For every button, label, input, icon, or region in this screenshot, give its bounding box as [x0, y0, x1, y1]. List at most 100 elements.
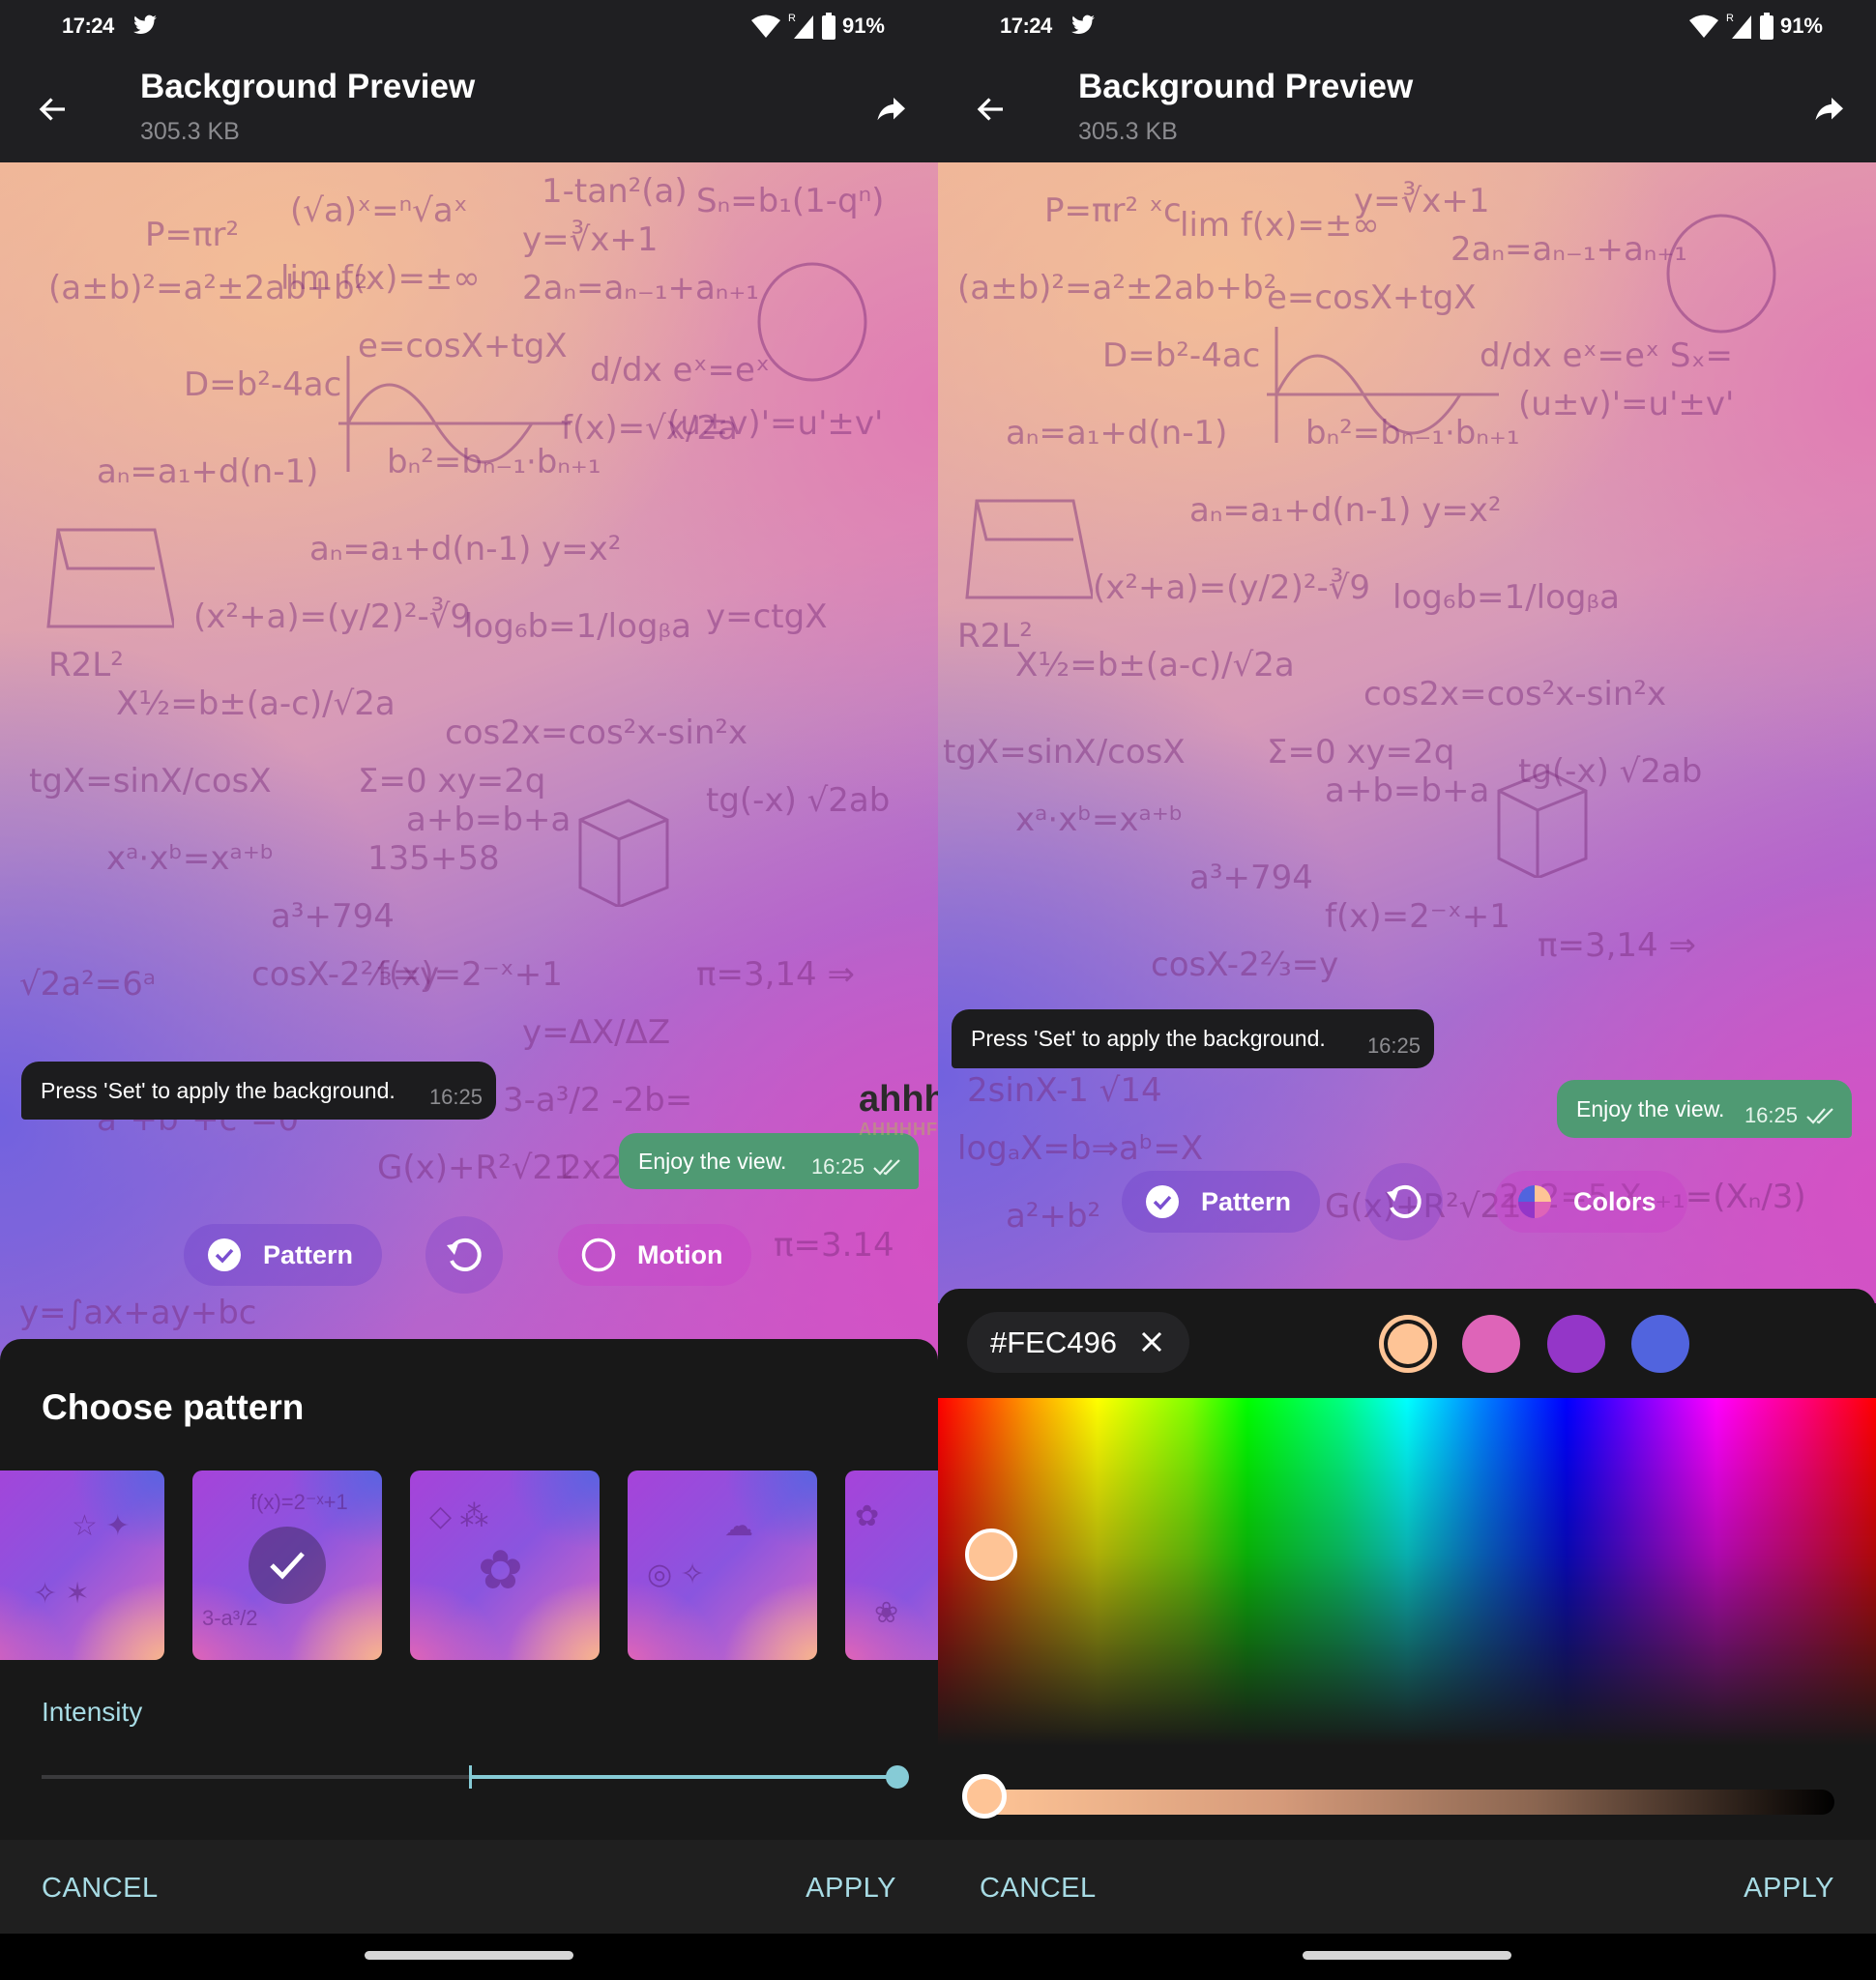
app-bar: Background Preview 305.3 KB [938, 54, 1876, 162]
pattern-list[interactable]: ☆ ✦ ✧ ✶ f(x)=2⁻ˣ+1 3-a³/2 ✿ ◇ ⁂ ☁ ◎ ✧ ✿ ❀ [0, 1470, 938, 1660]
message-time: 16:25 [1366, 1034, 1421, 1058]
color-swatch[interactable] [1462, 1315, 1520, 1373]
intensity-slider[interactable] [42, 1762, 909, 1791]
rotate-icon [447, 1238, 482, 1271]
double-check-icon [1806, 1108, 1833, 1124]
motion-label: Motion [637, 1239, 723, 1269]
file-size: 305.3 KB [140, 118, 240, 145]
battery-percent: 91% [1779, 14, 1823, 38]
checkmark-icon [270, 1552, 305, 1580]
battery-icon [821, 13, 835, 40]
status-time: 17:24 [1000, 14, 1052, 38]
rotate-icon [1387, 1184, 1422, 1218]
message-time: 16:25 [810, 1154, 865, 1179]
apply-button[interactable]: APPLY [806, 1873, 896, 1905]
brightness-slider-thumb[interactable] [962, 1774, 1007, 1819]
message-text: Press 'Set' to apply the background. [41, 1077, 396, 1103]
battery-percent: 91% [841, 14, 885, 38]
arrow-left-icon [39, 98, 65, 121]
svg-text:R: R [1726, 13, 1734, 24]
pattern-toggle[interactable]: Pattern [1122, 1171, 1320, 1233]
double-check-icon [873, 1159, 900, 1176]
color-picker-sheet: #FEC496 [938, 1289, 1876, 1840]
slider-thumb[interactable] [886, 1765, 909, 1789]
status-bar: 17:24 R 91% [0, 0, 938, 54]
app-bar: Background Preview 305.3 KB [0, 54, 938, 162]
page-title: Background Preview [1078, 68, 1414, 105]
choose-pattern-sheet: Choose pattern ☆ ✦ ✧ ✶ f(x)=2⁻ˣ+1 3-a³/2 ✿… [0, 1339, 938, 1840]
message-text: Enjoy the view. [638, 1148, 787, 1174]
home-handle[interactable] [1303, 1951, 1511, 1960]
status-time: 17:24 [62, 14, 114, 38]
hex-value: #FEC496 [990, 1325, 1117, 1359]
home-handle[interactable] [365, 1951, 573, 1960]
wifi-icon [750, 15, 780, 38]
page-title: Background Preview [140, 68, 476, 105]
svg-text:R: R [788, 13, 796, 24]
color-wheel-icon [1518, 1185, 1551, 1218]
intensity-label: Intensity [42, 1697, 143, 1727]
message-meta: 16:25 [811, 1154, 903, 1179]
hex-input[interactable]: #FEC496 [967, 1312, 1189, 1373]
wifi-icon [1688, 15, 1718, 38]
cell-signal-icon: R [788, 13, 813, 39]
color-swatch[interactable] [1379, 1315, 1437, 1373]
rotate-button[interactable] [425, 1216, 503, 1294]
status-bar: 17:24 R 91% [938, 0, 1876, 54]
navigation-bar [0, 1934, 938, 1980]
brightness-slider[interactable] [982, 1790, 1834, 1815]
cancel-button[interactable]: CANCEL [42, 1873, 159, 1905]
clear-color-button[interactable] [1135, 1325, 1168, 1358]
watermark-logo: ahhhhfs [859, 1079, 938, 1120]
pattern-thumb-stars[interactable]: ☆ ✦ ✧ ✶ [0, 1470, 164, 1660]
twitter-icon [1071, 15, 1095, 34]
file-size: 305.3 KB [1078, 118, 1178, 145]
color-swatch[interactable] [1631, 1315, 1689, 1373]
slider-fill [469, 1775, 897, 1779]
sheet-title: Choose pattern [42, 1387, 305, 1427]
message-text: Enjoy the view. [1576, 1095, 1725, 1121]
pattern-thumb-flowers[interactable]: ✿ ◇ ⁂ [410, 1470, 600, 1660]
pattern-label: Pattern [1201, 1186, 1292, 1216]
right-screen: 17:24 R 91% Background Preview 305.3 KB … [938, 0, 1876, 1980]
back-button[interactable] [29, 85, 77, 133]
apply-button[interactable]: APPLY [1744, 1873, 1834, 1905]
navigation-bar [938, 1934, 1876, 1980]
message-time: 16:25 [428, 1085, 483, 1109]
slider-center-mark [468, 1765, 472, 1789]
selected-indicator [249, 1527, 326, 1604]
wallpaper-preview: (a±b)²=a²±2ab+b² P=πr² ˣc lim f(x)=±∞ y=… [938, 162, 1876, 1303]
check-circle-icon [1146, 1185, 1179, 1218]
cell-signal-icon: R [1726, 13, 1751, 39]
incoming-message: Press 'Set' to apply the background. 16:… [952, 1009, 1434, 1068]
sheet-footer: CANCEL APPLY [0, 1840, 938, 1934]
left-screen: 17:24 R 91% Background Preview 305.3 KB … [0, 0, 938, 1980]
pattern-toggle[interactable]: Pattern [184, 1224, 382, 1286]
cancel-button[interactable]: CANCEL [980, 1873, 1097, 1905]
color-spectrum[interactable] [938, 1398, 1876, 1746]
arrow-left-icon [977, 98, 1003, 121]
share-button[interactable] [1804, 85, 1853, 133]
motion-toggle[interactable]: Motion [558, 1224, 751, 1286]
sheet-footer: CANCEL APPLY [938, 1840, 1876, 1934]
share-icon [1815, 98, 1843, 121]
share-icon [877, 98, 905, 121]
colors-label: Colors [1573, 1186, 1656, 1216]
pattern-thumb-math[interactable]: f(x)=2⁻ˣ+1 3-a³/2 [192, 1470, 382, 1660]
pattern-label: Pattern [263, 1239, 354, 1269]
wallpaper-preview: (a±b)²=a²±2ab+b² (√a)ˣ=ⁿ√aˣ 1-tan²(a) Sₙ… [0, 162, 938, 1361]
unchecked-circle-icon [581, 1238, 616, 1272]
pattern-thumb-animals[interactable]: ☁ ◎ ✧ [628, 1470, 817, 1660]
share-button[interactable] [866, 85, 915, 133]
colors-button[interactable]: Colors [1494, 1171, 1687, 1233]
battery-icon [1759, 13, 1773, 40]
incoming-message: Press 'Set' to apply the background. 16:… [21, 1062, 496, 1120]
back-button[interactable] [967, 85, 1015, 133]
pattern-thumb-floral[interactable]: ✿ ❀ [845, 1470, 938, 1660]
message-meta: 16:25 [1744, 1103, 1836, 1128]
close-icon [1141, 1331, 1162, 1353]
outgoing-message: Enjoy the view. 16:25 [1557, 1080, 1852, 1138]
spectrum-picker-handle[interactable] [964, 1529, 1017, 1581]
color-swatch[interactable] [1547, 1315, 1605, 1373]
rotate-button[interactable] [1365, 1163, 1443, 1240]
